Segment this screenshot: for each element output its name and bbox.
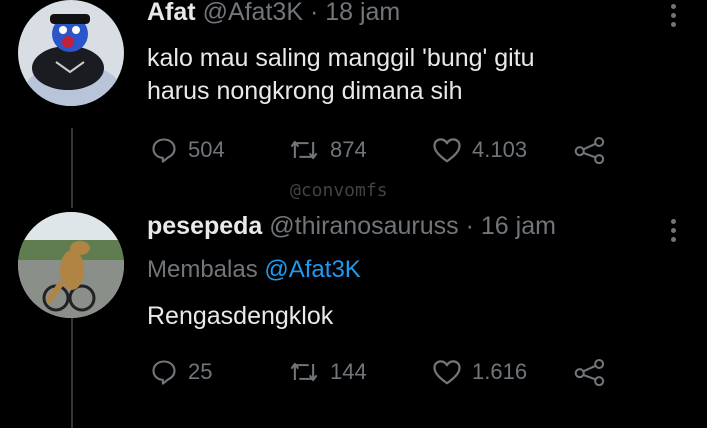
like-icon xyxy=(433,360,461,385)
like-icon xyxy=(433,138,461,163)
retweet-icon xyxy=(290,140,318,160)
thread-line xyxy=(71,318,73,428)
avatar[interactable] xyxy=(18,212,124,318)
like-button[interactable]: 1.616 xyxy=(432,358,527,386)
reply-button[interactable]: 25 xyxy=(150,358,212,386)
share-button[interactable] xyxy=(574,136,616,164)
watermark: @convomfs xyxy=(290,180,388,201)
display-name[interactable]: pesepeda xyxy=(147,212,262,240)
tweet-text: Rengasdengklok xyxy=(147,300,333,333)
timestamp[interactable]: · 18 jam xyxy=(310,0,400,26)
reply-button[interactable]: 504 xyxy=(150,136,225,164)
like-count: 4.103 xyxy=(472,137,528,162)
timestamp[interactable]: · 16 jam xyxy=(466,212,556,240)
retweet-count: 874 xyxy=(330,137,367,162)
retweet-count: 144 xyxy=(330,359,367,384)
reply-icon xyxy=(152,360,176,385)
retweet-button[interactable]: 144 xyxy=(288,358,367,386)
share-button[interactable] xyxy=(574,358,616,386)
retweet-icon xyxy=(290,362,318,382)
more-icon[interactable] xyxy=(671,4,677,31)
like-count: 1.616 xyxy=(472,359,528,384)
reply-handle-link[interactable]: @Afat3K xyxy=(264,256,360,283)
thread-line xyxy=(71,128,73,208)
reply-count: 504 xyxy=(188,137,225,162)
tweet-text-line: Rengasdengklok xyxy=(147,302,334,330)
reply-prefix: Membalas xyxy=(147,256,258,283)
avatar[interactable] xyxy=(18,0,124,106)
tweet-text-line: harus nongkrong dimana sih xyxy=(147,77,463,105)
share-icon xyxy=(574,136,605,164)
more-icon[interactable] xyxy=(671,219,677,246)
tweet-text-line: kalo mau saling manggil 'bung' gitu xyxy=(147,44,535,72)
tweet-header: Afat @Afat3K · 18 jam xyxy=(147,0,400,27)
like-button[interactable]: 4.103 xyxy=(432,136,527,164)
retweet-button[interactable]: 874 xyxy=(288,136,367,164)
user-handle[interactable]: @thiranosauruss xyxy=(269,212,458,240)
reply-count: 25 xyxy=(188,359,213,384)
display-name[interactable]: Afat xyxy=(147,0,196,26)
user-handle[interactable]: @Afat3K xyxy=(203,0,303,26)
reply-icon xyxy=(152,138,176,163)
tweet-text: kalo mau saling manggil 'bung' gitu haru… xyxy=(147,42,535,108)
reply-context: Membalas @Afat3K xyxy=(147,256,361,284)
share-icon xyxy=(574,358,605,386)
tweet-header: pesepeda @thiranosauruss · 16 jam xyxy=(147,212,556,241)
